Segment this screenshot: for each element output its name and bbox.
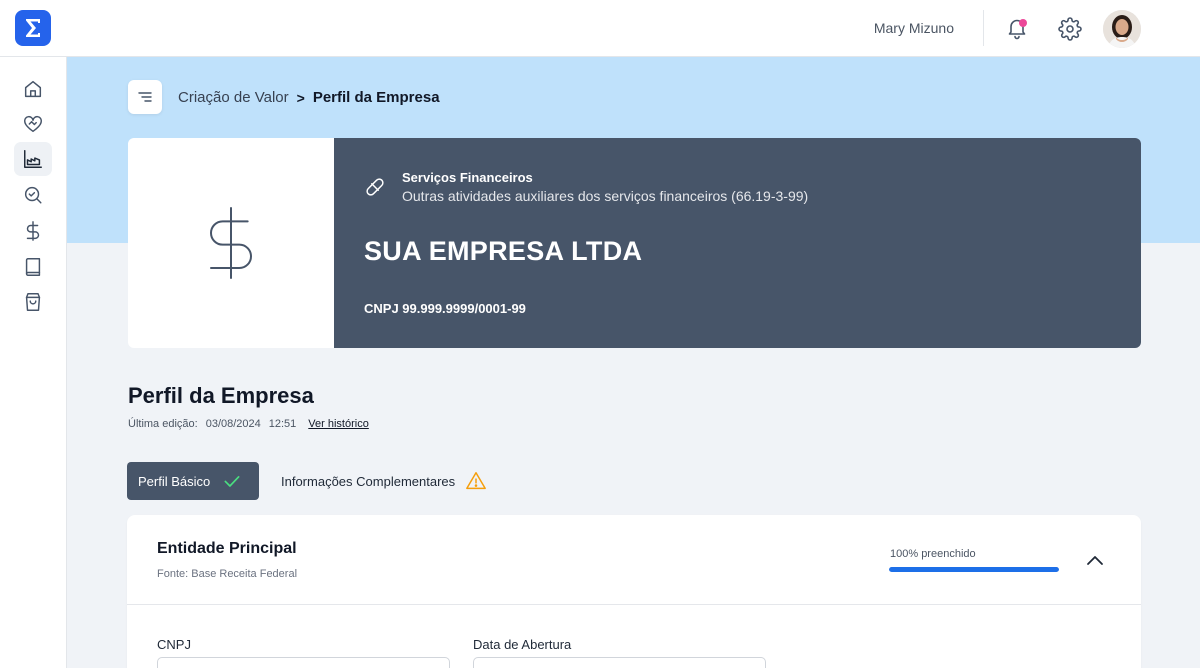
sidebar-item-shop[interactable] [14, 285, 52, 319]
home-icon [24, 80, 42, 98]
progress-bar [889, 567, 1059, 572]
sector-description: Outras atividades auxiliares dos serviço… [402, 188, 809, 204]
breadcrumb: Criação de Valor > Perfil da Empresa [178, 89, 440, 106]
breadcrumb-parent[interactable]: Criação de Valor [178, 89, 289, 106]
sigma-logo-icon [26, 19, 40, 37]
chevron-up-icon[interactable] [1083, 549, 1107, 573]
tab-label: Perfil Básico [138, 473, 211, 489]
sidebar-item-value-creation[interactable] [14, 142, 52, 176]
tab-basic-profile[interactable]: Perfil Básico [127, 462, 259, 500]
opening-date-field-label: Data de Abertura [473, 637, 572, 652]
section-divider [127, 604, 1141, 605]
sector-title: Serviços Financeiros [402, 170, 533, 185]
sidebar-item-relationships[interactable] [14, 107, 52, 141]
last-edit-info: Última edição: 03/08/2024 12:51 Ver hist… [128, 418, 369, 430]
menu-toggle-button[interactable] [128, 80, 162, 114]
company-name: SUA EMPRESA LTDA [364, 236, 643, 266]
header-divider [983, 10, 984, 46]
dollar-icon [26, 221, 40, 241]
company-info-card: Serviços Financeiros Outras atividades a… [334, 138, 1141, 348]
company-cnpj: CNPJ 99.999.9999/0001-99 [364, 301, 526, 316]
dollar-icon [210, 207, 252, 279]
section-panel: Entidade Principal Fonte: Base Receita F… [127, 515, 1141, 668]
cnpj-field-label: CNPJ [157, 637, 191, 652]
factory-chart-icon [24, 150, 42, 168]
sidebar-item-analysis[interactable] [14, 178, 52, 212]
section-source: Fonte: Base Receita Federal [157, 568, 298, 580]
warning-icon [466, 472, 487, 490]
last-edit-label: Última edição: [128, 418, 198, 430]
check-icon [224, 476, 240, 487]
sidebar-item-home[interactable] [14, 72, 52, 106]
progress-label: 100% preenchido [890, 548, 976, 560]
user-avatar-icon [1103, 10, 1141, 48]
pill-icon [366, 178, 384, 196]
company-logo-card [128, 138, 334, 348]
sidebar-item-library[interactable] [14, 250, 52, 284]
sidebar [0, 57, 67, 668]
breadcrumb-current: Perfil da Empresa [312, 89, 440, 106]
page-title: Perfil da Empresa [128, 383, 314, 408]
top-bar: Mary Mizuno [0, 0, 1200, 57]
search-check-icon [24, 186, 42, 204]
notification-dot [1019, 19, 1027, 27]
section-title: Entidade Principal [157, 540, 297, 557]
avatar[interactable] [1103, 10, 1141, 48]
tab-complementary-info[interactable]: Informações Complementares [281, 468, 487, 494]
shopping-bag-icon [25, 293, 41, 311]
gear-icon[interactable] [1058, 17, 1082, 41]
progress-fill [889, 567, 1059, 572]
menu-lines-icon [138, 92, 152, 102]
cnpj-field[interactable] [157, 657, 450, 668]
heart-handshake-icon [24, 115, 42, 133]
last-edit-date: 03/08/2024 [205, 418, 261, 430]
app-logo[interactable] [15, 10, 51, 46]
history-link[interactable]: Ver histórico [308, 418, 369, 430]
breadcrumb-separator: > [296, 89, 305, 106]
last-edit-time: 12:51 [268, 418, 297, 430]
opening-date-field[interactable] [473, 657, 766, 668]
tab-label: Informações Complementares [281, 473, 456, 489]
sidebar-item-finance[interactable] [14, 214, 52, 248]
book-icon [25, 258, 41, 276]
user-name[interactable]: Mary Mizuno [874, 20, 954, 36]
